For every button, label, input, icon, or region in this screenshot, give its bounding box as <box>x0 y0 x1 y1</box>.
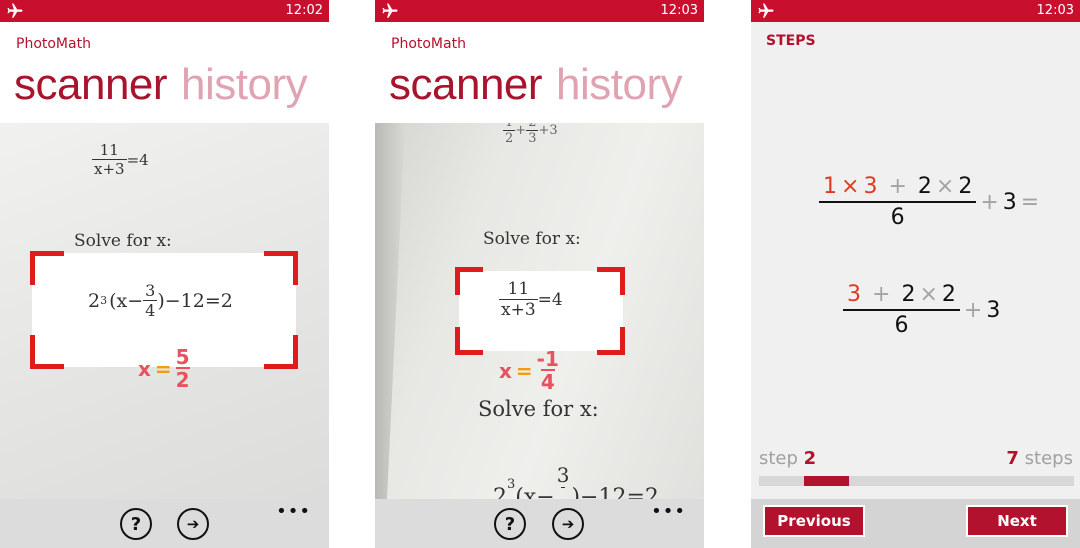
help-button[interactable]: ? <box>120 508 152 540</box>
camera-viewfinder[interactable]: 12 + 23 +3 Solve for x: 11x+3 =4 x = -14… <box>375 123 704 499</box>
scan-frame-corner <box>264 335 298 369</box>
step-expression-1: 1 × 3 + 2 × 2 6 + 3 = <box>819 174 1043 230</box>
step-total: 7 steps <box>1006 448 1073 469</box>
paper-prompt-2: Solve for x: <box>478 397 599 421</box>
framed-equation: 23 (x− 34 )−12=2 <box>88 281 233 320</box>
solution-variable: x <box>138 356 151 381</box>
app-bar: ? ➔ ••• <box>0 499 329 548</box>
help-icon: ? <box>504 513 516 535</box>
pivot-tab-history[interactable]: history <box>181 60 308 109</box>
paper-edge-shadow <box>375 123 405 499</box>
status-time: 12:02 <box>285 3 323 18</box>
app-bar: ? ➔ ••• <box>375 499 704 548</box>
camera-viewfinder[interactable]: 11 x+3 =4 Solve for x: 23 (x− 34 )−12=2 x… <box>0 123 329 499</box>
airplane-mode-icon <box>382 3 398 18</box>
scanner-screen-2: 12:03 PhotoMath scanner history 12 + 23 +… <box>375 0 704 548</box>
solution-overlay[interactable]: x = -1 4 <box>499 349 559 392</box>
app-title: PhotoMath <box>16 36 91 52</box>
page-title: STEPS <box>766 33 816 49</box>
step-expression-2: 3 + 2 × 2 6 + 3 <box>843 282 1000 338</box>
solution-fraction: -1 4 <box>536 347 559 394</box>
steps-nav-bar: Previous Next <box>751 499 1080 548</box>
more-options-button[interactable]: ••• <box>651 501 686 522</box>
next-button[interactable]: ➔ <box>177 508 209 540</box>
scan-frame-corner <box>455 267 483 295</box>
status-bar: 12:03 <box>375 0 704 22</box>
more-options-button[interactable]: ••• <box>276 501 311 522</box>
steps-screen: 12:03 STEPS 1 × 3 + 2 × 2 6 + 3 = 3 + 2 × 2 6 … <box>751 0 1080 548</box>
status-bar: 12:03 <box>751 0 1080 22</box>
solution-equals: = <box>515 358 533 383</box>
pivot-tab-scanner[interactable]: scanner <box>389 60 543 109</box>
status-bar: 12:02 <box>0 0 329 22</box>
airplane-mode-icon <box>7 3 23 18</box>
scan-frame-corner <box>264 251 298 285</box>
pivot-tab-scanner[interactable]: scanner <box>14 60 168 109</box>
airplane-mode-icon <box>758 3 774 18</box>
pivot-header: scanner history <box>389 60 683 110</box>
next-step-button[interactable]: Next <box>966 505 1068 537</box>
status-time: 12:03 <box>1036 3 1074 18</box>
solution-overlay[interactable]: x = 52 <box>138 347 190 390</box>
solution-equals: = <box>154 356 172 381</box>
scanner-screen-1: 12:02 PhotoMath scanner history 11 x+3 =4 … <box>0 0 329 548</box>
step-progress-bar[interactable] <box>759 476 1074 486</box>
help-icon: ? <box>130 513 142 535</box>
previous-button[interactable]: Previous <box>763 505 865 537</box>
arrow-right-icon: ➔ <box>186 515 200 533</box>
app-title: PhotoMath <box>391 36 466 52</box>
paper-equation-bottom: 23 (x− 3 )−12=2 <box>493 463 659 499</box>
arrow-right-icon: ➔ <box>561 515 575 533</box>
scan-frame-corner <box>597 327 625 355</box>
paper-equation-top: 12 + 23 +3 <box>503 123 558 146</box>
scan-frame-corner <box>597 267 625 295</box>
help-button[interactable]: ? <box>494 508 526 540</box>
framed-equation: 11 x+3 =4 <box>499 279 563 320</box>
paper-equation-top: 11 x+3 =4 <box>92 141 149 178</box>
scan-frame-corner <box>30 335 64 369</box>
paper-prompt: Solve for x: <box>74 231 172 251</box>
next-button[interactable]: ➔ <box>552 508 584 540</box>
step-indicator: step 2 <box>759 448 817 469</box>
scan-frame-corner <box>455 327 483 355</box>
pivot-tab-history[interactable]: history <box>556 60 683 109</box>
paper-prompt: Solve for x: <box>483 229 581 249</box>
solution-variable: x <box>499 358 512 383</box>
status-time: 12:03 <box>660 3 698 18</box>
step-progress-segment <box>804 476 849 486</box>
solution-fraction: 52 <box>175 345 190 392</box>
scan-frame-corner <box>30 251 64 285</box>
pivot-header: scanner history <box>14 60 308 110</box>
